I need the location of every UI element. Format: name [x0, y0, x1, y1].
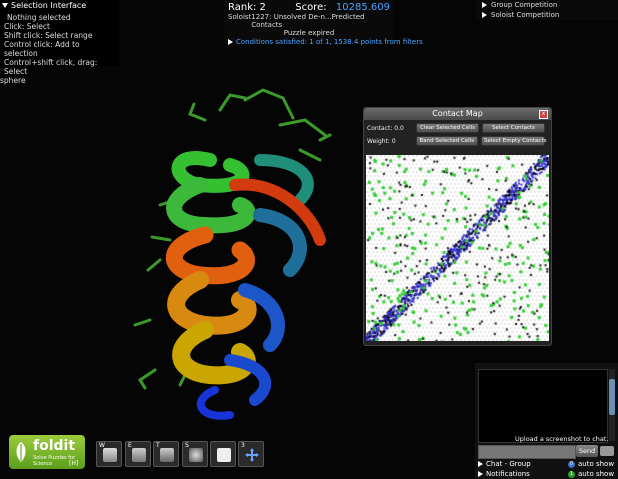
selection-help-line: Shift click: Select range	[4, 31, 93, 40]
contact-map-panel: Contact Map x Contact: 0.0 Clear Selecte…	[363, 107, 552, 346]
upload-screenshot-text: Upload a screenshot to chat.	[515, 435, 609, 443]
close-icon[interactable]: x	[539, 110, 548, 119]
selection-help-line: Click: Select	[4, 22, 50, 31]
status-icon: 1	[568, 470, 575, 478]
contact-value-label: Contact: 0.0	[367, 124, 404, 132]
expand-arrow-icon[interactable]	[228, 39, 233, 45]
chat-messages[interactable]	[478, 369, 608, 443]
auto-show-label: auto show	[578, 470, 615, 478]
weight-value-label: Weight: 0	[367, 137, 396, 145]
soloist-competition-label: Soloist Competition	[491, 11, 560, 19]
info-icon: 0	[568, 460, 575, 468]
auto-show-chat[interactable]: 0 auto show	[568, 460, 614, 468]
camera-icon[interactable]	[600, 446, 614, 456]
hotkey-label: 3	[241, 442, 245, 449]
band-selected-cells-button[interactable]: Band Selected Cells	[415, 136, 478, 146]
wiggle-icon	[103, 448, 117, 462]
selection-help-line: sphere	[0, 76, 26, 85]
notifications-tab[interactable]: Notifications	[478, 470, 530, 478]
competition-panel: Group Competition Soloist Competition	[476, 0, 618, 20]
hotkey-label: E	[128, 442, 132, 449]
hotkey-label: T	[156, 442, 160, 449]
rank-label: Rank: 2	[228, 2, 266, 13]
collapse-arrow-icon[interactable]	[2, 3, 8, 8]
selection-help: Nothing selected Click: Select Shift cli…	[0, 11, 118, 87]
expand-arrow-icon[interactable]	[478, 461, 483, 467]
contact-map-titlebar[interactable]: Contact Map x	[364, 108, 551, 120]
selection-panel-title: Selection Interface	[11, 1, 87, 10]
contact-map-title: Contact Map	[432, 109, 483, 118]
selection-help-line: Control+shift click, drag: Select	[4, 58, 98, 76]
shake-tool-button[interactable]: S	[182, 441, 208, 467]
tweak-icon	[160, 448, 174, 462]
logo-tag: [H]	[69, 460, 79, 467]
helix-backbone	[165, 151, 326, 420]
selection-panel-header[interactable]: Selection Interface	[0, 0, 118, 11]
shake-icon	[189, 448, 203, 462]
wiggle-sidechains-tool-button[interactable]: E	[125, 441, 151, 467]
expand-arrow-icon[interactable]	[482, 2, 487, 8]
conditions-text: Conditions satisfied: 1 of 1, 1538.4 poi…	[236, 38, 423, 46]
expand-arrow-icon[interactable]	[482, 12, 487, 18]
logo-word: foldit	[33, 438, 76, 454]
selection-help-line: Control click: Add to selection	[4, 40, 80, 58]
player-label: Soloist	[228, 13, 252, 21]
notifications-label: Notifications	[486, 470, 530, 478]
notepad-icon	[217, 448, 231, 462]
chat-input[interactable]	[478, 445, 576, 459]
soloist-competition-item[interactable]: Soloist Competition	[476, 10, 618, 20]
hotkey-label: S	[185, 442, 189, 449]
selection-panel: Selection Interface Nothing selected Cli…	[0, 0, 118, 85]
score-label: Score:	[295, 2, 327, 13]
foldit-logo: foldit Solve Puzzles for Science [H]	[9, 435, 85, 469]
select-empty-contacts-button[interactable]: Select Empty Contacts	[481, 136, 546, 146]
scrollbar-thumb[interactable]	[609, 379, 615, 415]
puzzle-name: 1227: Unsolved De-n...Predicted Contacts	[251, 13, 365, 29]
score-panel: Rank: 2 Score: 10285.609 Soloist 1227: U…	[224, 0, 423, 47]
send-button[interactable]: Send	[576, 445, 598, 457]
auto-show-label: auto show	[578, 460, 615, 468]
chat-group-label: Chat - Group	[486, 460, 531, 468]
notes-tool-button[interactable]	[210, 441, 236, 467]
move-arrows-icon	[245, 448, 259, 462]
leaf-icon	[16, 442, 26, 462]
group-competition-label: Group Competition	[491, 1, 558, 9]
clear-selected-cells-button[interactable]: Clear Selected Cells	[416, 123, 480, 133]
sidechain-icon	[132, 448, 146, 462]
score-value: 10285.609	[335, 2, 390, 13]
select-contacts-button[interactable]: Select Contacts	[482, 123, 545, 133]
tweak-tool-button[interactable]: T	[153, 441, 179, 467]
chat-panel: Upload a screenshot to chat. Send Chat -…	[475, 363, 618, 479]
conditions-toggle[interactable]: Conditions satisfied: 1 of 1, 1538.4 poi…	[224, 37, 423, 47]
group-competition-item[interactable]: Group Competition	[476, 0, 618, 10]
expand-arrow-icon[interactable]	[478, 471, 483, 477]
chat-scrollbar[interactable]	[609, 369, 615, 441]
auto-show-notifications[interactable]: 1 auto show	[568, 470, 614, 478]
chat-group-tab[interactable]: Chat - Group	[478, 460, 531, 468]
selection-help-line: Nothing selected	[7, 13, 71, 22]
contact-map-grid[interactable]	[366, 155, 549, 341]
puzzle-status: Puzzle expired	[283, 29, 335, 37]
move-tool-button[interactable]: 3	[238, 441, 264, 467]
wiggle-tool-button[interactable]: W	[96, 441, 122, 467]
